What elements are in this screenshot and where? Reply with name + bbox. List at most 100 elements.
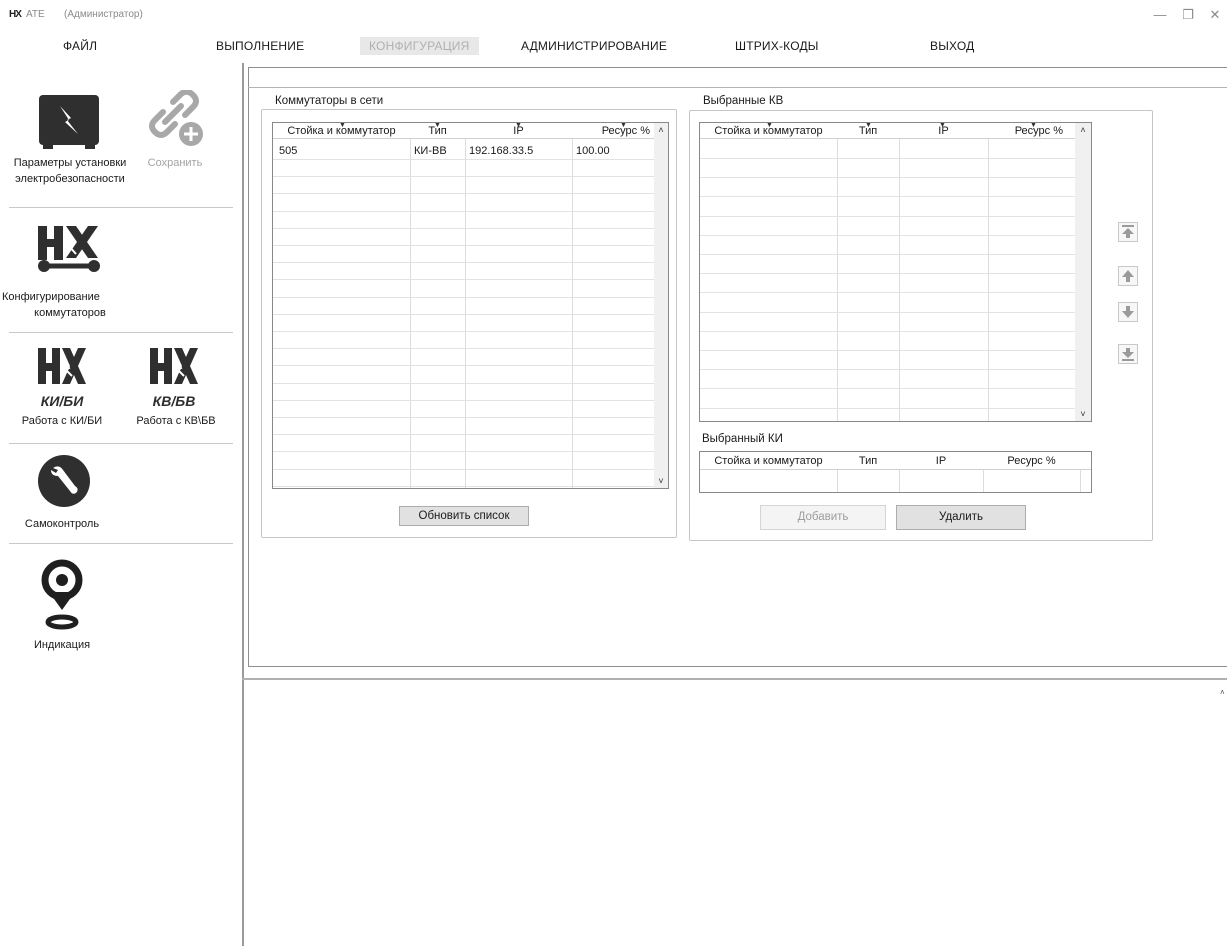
grid-row-line [273, 417, 654, 418]
switch-config-icon [38, 226, 100, 272]
maximize-button[interactable]: ❐ [1176, 5, 1200, 25]
config-panel-toolbar [248, 67, 1227, 88]
col-header-resource[interactable]: Ресурс % [983, 452, 1080, 468]
ki-bi-badge: КИ/БИ [40, 393, 84, 409]
move-down-button[interactable] [1118, 302, 1138, 322]
grid-header: ▼ Стойка и коммутатор ▼ Тип ▼ IP ▼ Ресурс % [273, 122, 654, 139]
col-header-rack[interactable]: ▼ Стойка и коммутатор [700, 122, 837, 139]
app-logo-icon: НХ [9, 9, 22, 20]
sidebar-separator [9, 543, 233, 544]
grid-col-divider [899, 470, 900, 492]
grid-col-divider [837, 470, 838, 492]
grid-col-divider [983, 470, 984, 492]
menu-barcodes[interactable]: ШТРИХ-КОДЫ [735, 39, 819, 53]
safety-params-icon [39, 95, 99, 149]
grid-row-line [273, 485, 654, 487]
sidebar-separator [9, 207, 233, 208]
add-button[interactable]: Добавить [760, 505, 886, 530]
ki-bi-tool[interactable]: КИ/БИ Работа с КИ/БИ [0, 344, 122, 434]
col-header-type[interactable]: ▼ Тип [410, 122, 465, 139]
kv-bv-tool[interactable]: КВ/БВ Работа с КВ\БВ [122, 344, 234, 434]
grid-scrollbar[interactable]: ˄ ˅ [1075, 123, 1091, 421]
menu-file[interactable]: ФАЙЛ [63, 39, 97, 53]
grid-row-line [273, 331, 654, 332]
grid-row-line [273, 365, 654, 367]
cell-resource: 100.00 [576, 145, 610, 157]
menu-admin[interactable]: АДМИНИСТРИРОВАНИЕ [521, 39, 667, 53]
col-header-rack[interactable]: ▼ Стойка и коммутатор [273, 122, 410, 139]
move-top-icon [1122, 225, 1134, 238]
grid-row-line [273, 279, 654, 281]
user-role-label: (Администратор) [64, 9, 143, 20]
cell-type: КИ-ВВ [414, 145, 447, 157]
scroll-down-arrow[interactable]: ˅ [654, 476, 668, 486]
log-scroll-up-arrow[interactable]: ˄ [1220, 688, 1225, 697]
grid-row-line [700, 388, 1075, 390]
grid-scrollbar[interactable]: ˄ ˅ [654, 123, 668, 488]
grid-row-line [273, 348, 654, 350]
grid-row-line [273, 245, 654, 246]
network-switches-grid[interactable]: ▼ Стойка и коммутатор ▼ Тип ▼ IP ▼ Ресурс % … [272, 122, 669, 489]
grid-row-line [700, 215, 1075, 217]
selected-ki-title: Выбранный КИ [701, 433, 784, 445]
minimize-button[interactable]: — [1148, 5, 1172, 25]
grid-row-line [273, 176, 654, 178]
switch-config-label-2: коммутаторов [34, 307, 106, 319]
cell-ip: 192.168.33.5 [469, 145, 534, 157]
scroll-up-arrow[interactable]: ˄ [1075, 125, 1091, 135]
safety-params-tool[interactable]: Параметры установки электробезопасности [0, 90, 140, 190]
link-add-icon [149, 90, 203, 146]
grid-row-line [700, 254, 1075, 255]
col-header-ip[interactable]: ▼ IP [465, 122, 572, 139]
close-window-button[interactable]: ✕ [1203, 5, 1227, 25]
refresh-list-button[interactable]: Обновить список [399, 506, 529, 526]
grid-row-line [273, 227, 654, 229]
col-header-rack[interactable]: Стойка и коммутатор [700, 452, 837, 468]
grid-row-line [700, 311, 1075, 313]
col-header-resource[interactable]: ▼ Ресурс % [572, 122, 654, 139]
kv-bv-badge: КВ/БВ [152, 393, 196, 409]
save-tool[interactable]: Сохранить [140, 90, 215, 180]
kv-bv-label: Работа с КВ\БВ [136, 415, 216, 427]
remove-button[interactable]: Удалить [896, 505, 1026, 530]
col-header-resource[interactable]: ▼ Ресурс % [988, 122, 1075, 139]
selftest-tool[interactable]: Самоконтроль [0, 453, 140, 537]
move-up-button[interactable] [1118, 266, 1138, 286]
col-header-ip[interactable]: IP [899, 452, 983, 468]
location-pin-icon [41, 559, 83, 630]
switch-config-tool[interactable]: Конфигурирование коммутаторов [0, 218, 140, 322]
grid-col-divider [1080, 470, 1081, 492]
scroll-down-arrow[interactable]: ˅ [1075, 409, 1091, 419]
menu-run[interactable]: ВЫПОЛНЕНИЕ [216, 39, 304, 53]
grid-row-line [273, 451, 654, 453]
switch-config-label-1: Конфигурирование [2, 291, 100, 303]
col-header-type[interactable]: ▼ Тип [837, 122, 899, 139]
grid-row-line [273, 434, 654, 436]
menu-exit[interactable]: ВЫХОД [930, 39, 974, 53]
selected-ki-grid[interactable]: Стойка и коммутатор Тип IP Ресурс % [699, 451, 1092, 493]
move-to-top-button[interactable] [1118, 222, 1138, 242]
grid-header: Стойка и коммутатор Тип IP Ресурс % [700, 452, 1091, 470]
col-header-type[interactable]: Тип [837, 452, 899, 468]
ki-bi-label: Работа с КИ/БИ [21, 415, 103, 427]
arrow-down-icon [1122, 306, 1134, 318]
arrow-up-icon [1122, 270, 1134, 282]
selected-kv-grid[interactable]: ▼ Стойка и коммутатор ▼ Тип ▼ IP ▼ Ресурс % … [699, 122, 1092, 422]
selected-kv-title: Выбранные КВ [701, 95, 786, 107]
col-header-ip[interactable]: ▼ IP [899, 122, 988, 139]
indication-label: Индикация [33, 639, 91, 651]
grid-row-line [273, 313, 654, 315]
cell-rack: 505 [279, 145, 298, 157]
move-bottom-icon [1122, 348, 1134, 361]
move-to-bottom-button[interactable] [1118, 344, 1138, 364]
scroll-up-arrow[interactable]: ˄ [654, 125, 668, 135]
log-panel-divider [242, 678, 1227, 680]
grid-row-line [273, 382, 654, 384]
grid-row-line [700, 350, 1075, 351]
grid-row-line [273, 193, 654, 195]
title-bar: НХ ATE (Администратор) — ❐ ✕ [0, 0, 1227, 30]
grid-col-divider [899, 139, 900, 421]
indication-tool[interactable]: Индикация [0, 555, 124, 653]
grid-row-line [700, 177, 1075, 179]
menu-config[interactable]: КОНФИГУРАЦИЯ [360, 37, 479, 55]
